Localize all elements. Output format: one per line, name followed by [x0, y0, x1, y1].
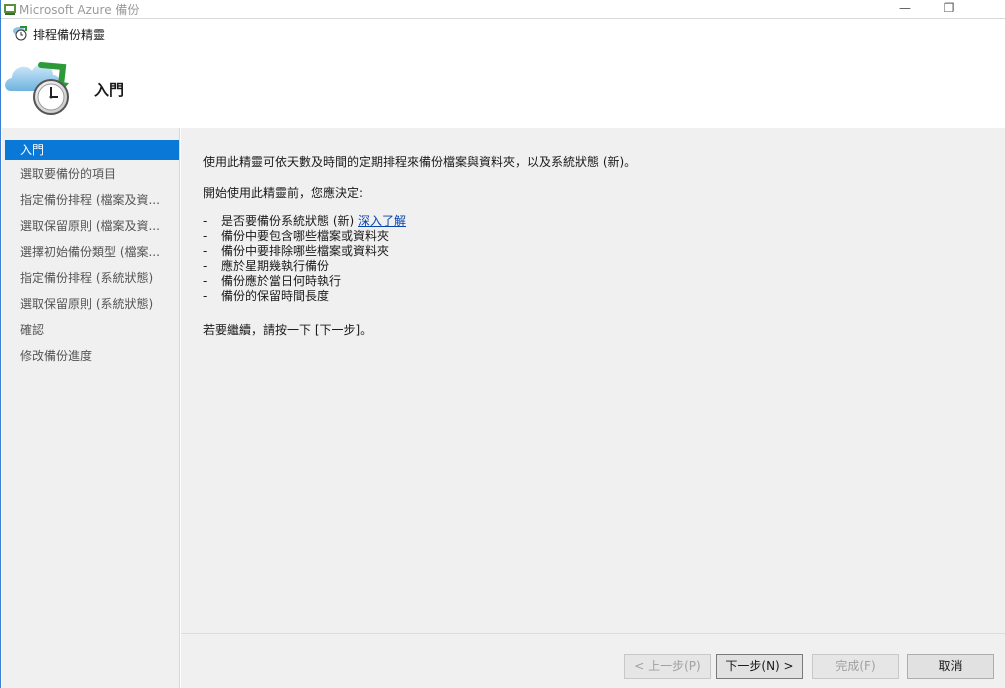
nav-step-modify-progress[interactable]: 修改備份進度 [5, 346, 179, 366]
list-item: - 是否要備份系統狀態 (新) 深入了解 [203, 214, 407, 228]
cloud-clock-icon [5, 62, 69, 115]
cancel-button[interactable]: 取消 [907, 654, 994, 679]
back-button[interactable]: < 上一步(P) [624, 654, 711, 679]
wizard-footer: < 上一步(P) 下一步(N) > 完成(F) 取消 [181, 633, 1005, 688]
wizard-content: 使用此精靈可依天數及時間的定期排程來備份檔案與資料夾，以及系統狀態 (新)。 開… [181, 128, 1005, 633]
list-item: - 備份中要排除哪些檔案或資料夾 [203, 244, 390, 258]
list-item: - 備份的保留時間長度 [203, 289, 330, 303]
dialog-title-text: 排程備份精靈 [33, 28, 106, 42]
backup-clock-icon [13, 26, 27, 41]
learn-more-link[interactable]: 深入了解 [358, 214, 406, 228]
window-title: Microsoft Azure 備份 [19, 3, 140, 17]
nav-step-retention-system-state[interactable]: 選取保留原則 (系統狀態) [5, 294, 179, 314]
wizard-window: Microsoft Azure 備份 — ❐ 排程備份精靈 入門 入門 選取要備… [0, 0, 1005, 688]
restore-icon[interactable]: ❐ [929, 0, 969, 18]
nav-step-schedule-files[interactable]: 指定備份排程 (檔案及資... [5, 190, 179, 210]
nav-step-retention-files[interactable]: 選取保留原則 (檔案及資... [5, 216, 179, 236]
azure-backup-app-icon [4, 4, 16, 15]
minimize-icon[interactable]: — [885, 0, 925, 18]
decision-list: - 是否要備份系統狀態 (新) 深入了解 - 備份中要包含哪些檔案或資料夾 - 備份中… [203, 214, 406, 304]
wizard-steps-nav: 入門 選取要備份的項目 指定備份排程 (檔案及資... 選取保留原則 (檔案及資… [2, 128, 180, 688]
next-button[interactable]: 下一步(N) > [716, 654, 803, 679]
finish-button[interactable]: 完成(F) [812, 654, 899, 679]
nav-step-initial-backup-type[interactable]: 選擇初始備份類型 (檔案... [5, 242, 179, 262]
nav-step-schedule-system-state[interactable]: 指定備份排程 (系統狀態) [5, 268, 179, 288]
list-item: - 備份應於當日何時執行 [203, 274, 342, 288]
intro-text: 使用此精靈可依天數及時間的定期排程來備份檔案與資料夾，以及系統狀態 (新)。 [203, 155, 637, 169]
page-title: 入門 [94, 81, 125, 99]
nav-step-select-items[interactable]: 選取要備份的項目 [5, 164, 179, 184]
list-item: - 應於星期幾執行備份 [203, 259, 330, 273]
nav-step-getting-started[interactable]: 入門 [5, 140, 179, 160]
title-bar: Microsoft Azure 備份 — ❐ [1, 0, 1005, 19]
list-item: - 備份中要包含哪些檔案或資料夾 [203, 229, 390, 243]
before-start-text: 開始使用此精靈前，您應決定: [203, 186, 364, 200]
nav-step-confirm[interactable]: 確認 [5, 320, 179, 340]
continue-text: 若要繼續，請按一下 [下一步]。 [203, 323, 373, 337]
